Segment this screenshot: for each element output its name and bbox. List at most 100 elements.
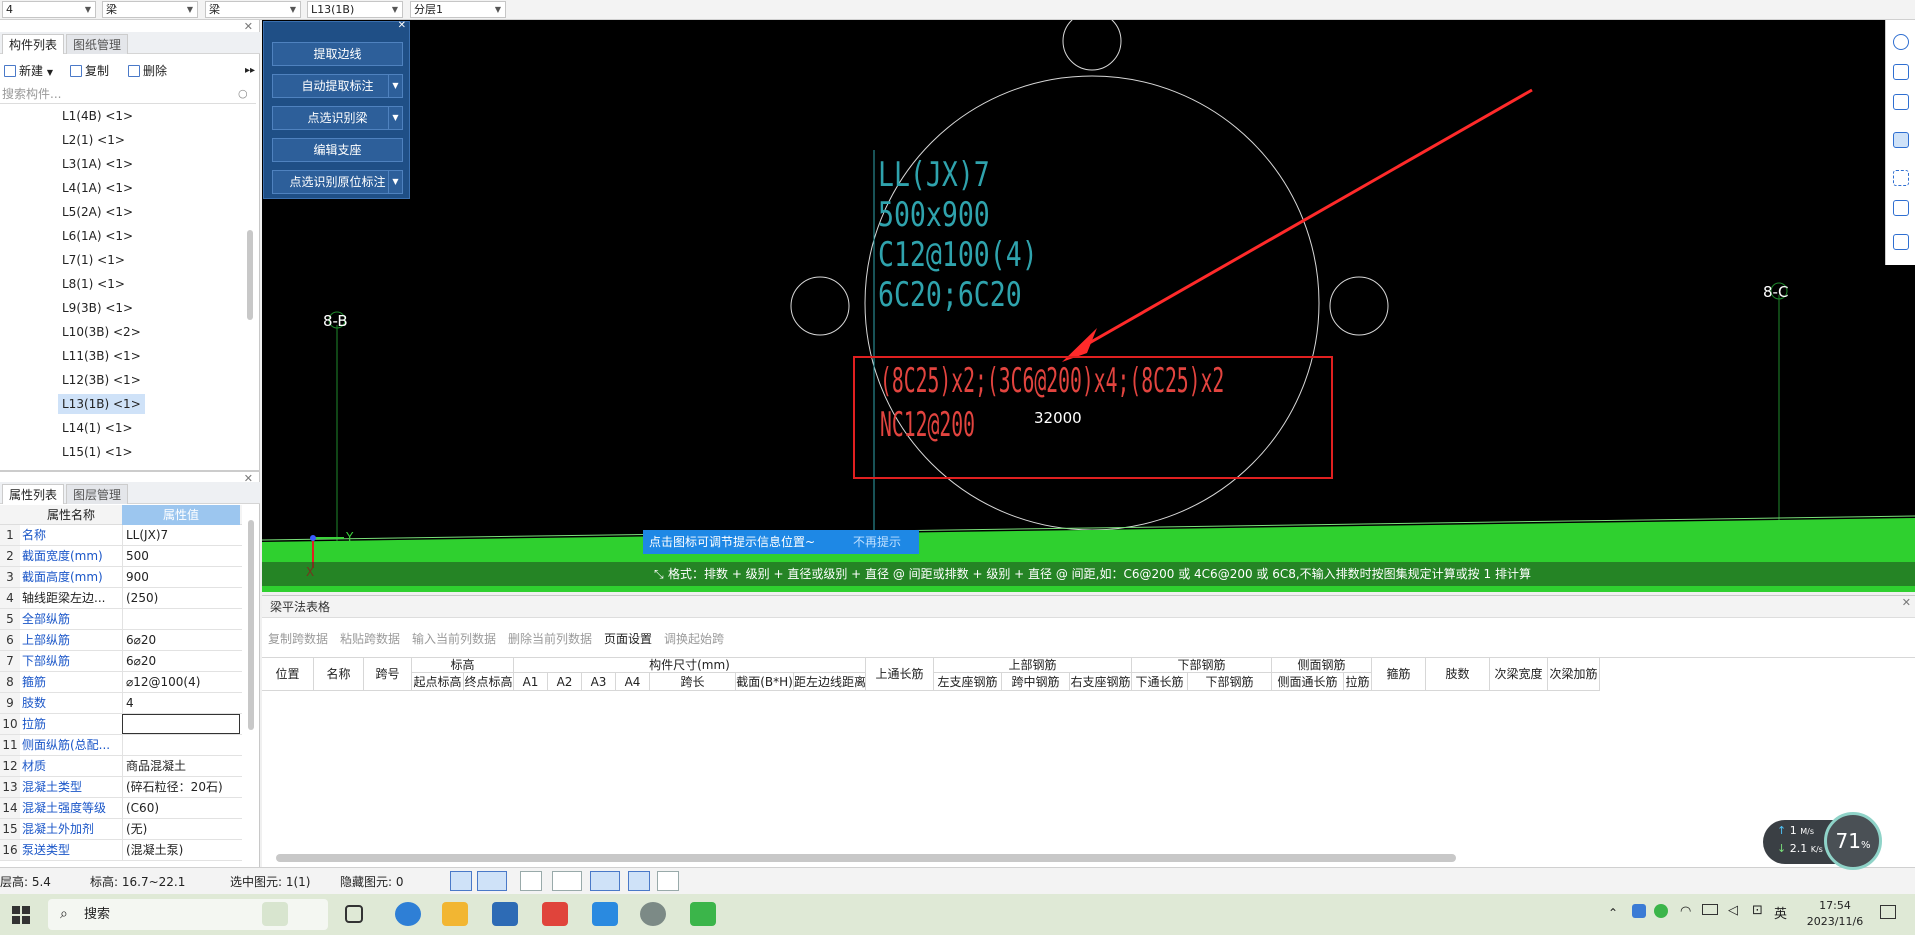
weather-widget-icon[interactable] — [262, 902, 288, 926]
beam-annotation[interactable]: LL(JX)7 500x900 C12@100(4) 6C20;6C20 — [878, 155, 1038, 315]
glodon-app-icon[interactable] — [592, 902, 618, 926]
tree-item[interactable]: L8(1) <1> — [58, 274, 129, 294]
property-row[interactable]: 11 侧面纵筋(总配... — [0, 735, 242, 756]
table-column-header[interactable]: 跨中钢筋 — [1002, 673, 1070, 691]
tree-item[interactable]: L11(3B) <1> — [58, 346, 145, 366]
table-column-header[interactable]: 次梁加筋 — [1548, 658, 1600, 691]
wifi-icon[interactable]: ◠ — [1680, 904, 1691, 919]
search-icon[interactable]: ○ — [238, 87, 248, 100]
table-column-header[interactable]: 次梁宽度 — [1490, 658, 1548, 691]
close-icon[interactable]: ✕ — [1902, 596, 1911, 609]
property-value[interactable]: (碎石粒径：20石) — [122, 777, 240, 797]
property-value[interactable]: (C60) — [122, 798, 240, 818]
chevron-down-icon[interactable]: ▼ — [388, 171, 402, 193]
table-column-header[interactable]: 上通长筋 — [866, 658, 934, 691]
table-column-header[interactable]: 拉筋 — [1344, 673, 1372, 691]
property-value[interactable]: (无) — [122, 819, 240, 839]
property-value[interactable] — [122, 609, 240, 629]
delete-column-data-button[interactable]: 删除当前列数据 — [508, 630, 592, 647]
ime-language[interactable]: 英 — [1774, 903, 1787, 922]
table-column-header[interactable]: A1 — [514, 673, 548, 691]
select-box-icon[interactable] — [477, 871, 507, 891]
property-row[interactable]: 7 下部纵筋 6⌀20 — [0, 651, 242, 672]
tree-item[interactable]: L1(4B) <1> — [58, 106, 137, 126]
property-row[interactable]: 2 截面宽度(mm) 500 — [0, 546, 242, 567]
tab-component-list[interactable]: 构件列表 — [2, 34, 65, 54]
extract-edge-button[interactable]: 提取边线 — [272, 42, 403, 66]
cube-icon[interactable] — [1893, 132, 1909, 148]
table-column-header[interactable]: 下部钢筋 — [1188, 673, 1272, 691]
table-column-header[interactable]: A4 — [616, 673, 650, 691]
table-column-header[interactable]: 距左边线距离 — [794, 673, 866, 691]
ime-icon[interactable]: ⊡ — [1752, 903, 1763, 918]
property-row[interactable]: 9 肢数 4 — [0, 693, 242, 714]
tree-scrollbar[interactable] — [247, 230, 253, 320]
table-column-header[interactable]: A2 — [548, 673, 582, 691]
property-value[interactable]: 6⌀20 — [122, 651, 240, 671]
panel-divider[interactable] — [0, 470, 260, 472]
copy-span-data-button[interactable]: 复制跨数据 — [268, 630, 328, 647]
close-icon[interactable]: ✕ — [398, 20, 406, 31]
tree-item[interactable]: L5(2A) <1> — [58, 202, 137, 222]
highlighted-annotation[interactable]: (8C25)x2;(3C6@200)x4;(8C25)x2 NC12@200 — [880, 359, 1224, 447]
property-row[interactable]: 15 混凝土外加剂 (无) — [0, 819, 242, 840]
category-select[interactable]: 梁 ▼ — [102, 1, 198, 18]
floor-select[interactable]: 4 ▼ — [2, 1, 96, 18]
swap-start-span-button[interactable]: 调换起始跨 — [664, 630, 724, 647]
component-select[interactable]: L13(1B) ▼ — [307, 1, 403, 18]
tab-drawing-manager[interactable]: 图纸管理 — [66, 34, 129, 54]
tab-layer-manager[interactable]: 图层管理 — [66, 484, 129, 504]
list-icon[interactable] — [1893, 234, 1909, 250]
dynamic-input-icon[interactable] — [628, 871, 650, 891]
curve-icon[interactable] — [657, 871, 679, 891]
property-row[interactable]: 14 混凝土强度等级 (C60) — [0, 798, 242, 819]
angle-icon[interactable] — [552, 871, 582, 891]
dismiss-tooltip-link[interactable]: 不再提示 — [853, 530, 901, 554]
notification-icon[interactable] — [1880, 905, 1896, 919]
property-row[interactable]: 13 混凝土类型 (碎石粒径：20石) — [0, 777, 242, 798]
table-column-header[interactable]: 位置 — [262, 658, 314, 691]
resize-icon[interactable]: ⤡ — [654, 562, 664, 586]
memory-gauge[interactable]: 71% — [1824, 812, 1882, 870]
paste-span-data-button[interactable]: 粘贴跨数据 — [340, 630, 400, 647]
property-row[interactable]: 3 截面高度(mm) 900 — [0, 567, 242, 588]
more-icon[interactable]: ▸▸ — [245, 62, 255, 80]
property-value[interactable]: 4 — [122, 693, 240, 713]
property-row[interactable]: 5 全部纵筋 — [0, 609, 242, 630]
component-search-input[interactable]: 搜索构件... — [0, 84, 256, 104]
table-column-header[interactable]: 截面(B*H) — [736, 673, 794, 691]
fullscreen-icon[interactable] — [1893, 170, 1909, 186]
property-row[interactable]: 1 名称 LL(JX)7 — [0, 525, 242, 546]
property-scrollbar[interactable] — [248, 520, 254, 730]
delete-button[interactable]: 删除 — [128, 62, 167, 80]
green-app-icon[interactable] — [690, 902, 716, 926]
new-button[interactable]: 新建 ▼ — [4, 62, 53, 80]
pick-identify-in-situ-button[interactable]: 点选识别原位标注 ▼ — [272, 170, 403, 194]
tree-item[interactable]: L3(1A) <1> — [58, 154, 137, 174]
property-value[interactable]: 商品混凝土 — [122, 756, 240, 776]
ortho-icon[interactable] — [450, 871, 472, 891]
property-value[interactable]: (混凝土泵) — [122, 840, 240, 860]
drawing-canvas[interactable]: LL(JX)7 500x900 C12@100(4) 6C20;6C20 (8C… — [262, 20, 1915, 592]
table-column-header[interactable]: 终点标高 — [464, 673, 514, 691]
table-column-header[interactable]: 起点标高 — [412, 673, 464, 691]
cross-select-icon[interactable] — [520, 871, 542, 891]
table-column-header[interactable]: 箍筋 — [1372, 658, 1426, 691]
edit-support-button[interactable]: 编辑支座 — [272, 138, 403, 162]
property-value[interactable]: ⌀12@100(4) — [122, 672, 240, 692]
pick-identify-beam-button[interactable]: 点选识别梁 ▼ — [272, 106, 403, 130]
tree-item[interactable]: L7(1) <1> — [58, 250, 129, 270]
property-value[interactable]: 6⌀20 — [122, 630, 240, 650]
chevron-down-icon[interactable]: ▼ — [388, 107, 402, 129]
tree-item[interactable]: L15(1) <1> — [58, 442, 137, 462]
chevron-down-icon[interactable]: ▼ — [388, 75, 402, 97]
view-3d-icon[interactable] — [1893, 94, 1909, 110]
table-column-header[interactable]: 右支座钢筋 — [1070, 673, 1132, 691]
table-column-header[interactable]: 左支座钢筋 — [934, 673, 1002, 691]
tree-item[interactable]: L9(3B) <1> — [58, 298, 137, 318]
windows-start-icon[interactable] — [12, 906, 30, 924]
snap-icon[interactable] — [590, 871, 620, 891]
tray-app-icon[interactable] — [1654, 904, 1668, 918]
table-column-header[interactable]: 侧面通长筋 — [1272, 673, 1344, 691]
property-row[interactable]: 4 轴线距梁左边... (250) — [0, 588, 242, 609]
